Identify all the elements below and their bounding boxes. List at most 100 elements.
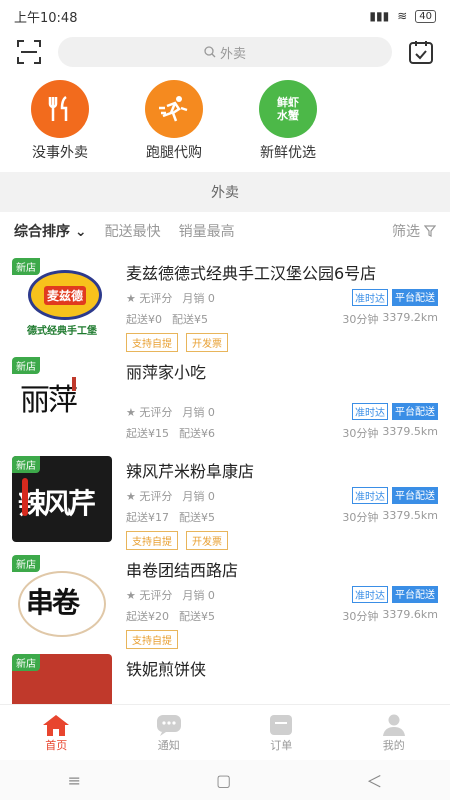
store-monthly-sales: 月销 0 [182,291,215,305]
promo-tag: 支持自提 [126,531,178,550]
status-icons: ▮▮▮ ≋ 40 [369,9,436,23]
sort-dropdown[interactable]: 综合排序 ⌄ [14,221,87,241]
ontime-badge: 准时达 [352,289,388,306]
store-rating: ★ 无评分 [126,588,173,602]
store-item[interactable]: 新店 辣风芹 辣风芹米粉阜康店 ★ 无评分 月销 0 准时达 平台配送 起送¥17… [0,450,450,550]
scan-icon[interactable] [14,37,44,67]
store-logo: 新店 丽萍 [12,357,112,443]
store-monthly-sales: 月销 0 [182,489,215,503]
store-distance: 3379.5km [382,425,438,438]
store-min-order: 起送¥0 [126,313,162,326]
back-icon[interactable]: ＜ [366,768,382,792]
store-min-order: 起送¥20 [126,610,169,623]
user-icon [382,714,405,736]
status-bar: 上午10:48 ▮▮▮ ≋ 40 [0,0,450,32]
store-name: 辣风芹米粉阜康店 [126,462,255,481]
message-icon [156,715,181,736]
runner-icon [145,80,203,138]
platform-delivery-badge: 平台配送 [392,289,438,306]
store-name: 铁妮煎饼侠 [126,660,207,679]
new-store-badge: 新店 [12,357,40,374]
new-store-badge: 新店 [12,654,40,671]
battery-icon: 40 [415,9,436,23]
chevron-down-icon: ⌄ [74,224,87,240]
star-icon: ★ [126,405,136,419]
ontime-badge: 准时达 [352,403,388,420]
ontime-badge: 准时达 [352,487,388,504]
quick-nav: 没事外卖 跑腿代购 鲜虾 水蟹 新鲜优选 [0,72,450,162]
quick-item-errand[interactable]: 跑腿代购 [128,80,220,162]
nav-home[interactable]: 首页 [0,705,113,761]
search-icon [204,46,216,58]
new-store-badge: 新店 [12,456,40,473]
home-button-icon[interactable]: ▢ [216,771,231,790]
store-monthly-sales: 月销 0 [182,588,215,602]
promo-tag: 支持自提 [126,333,178,352]
store-rating: ★ 无评分 [126,405,173,419]
filter-fastest[interactable]: 配送最快 [105,221,161,241]
store-item[interactable]: 新店 铁妮煎饼侠 [0,648,450,704]
store-item[interactable]: 新店 丽萍 丽萍家小吃 ★ 无评分 月销 0 准时达 平台配送 起送¥15 配送¥… [0,351,450,450]
search-placeholder: 外卖 [219,46,246,62]
store-name: 麦兹德德式经典手工汉堡公园6号店 [126,264,377,283]
store-rating: ★ 无评分 [126,291,173,305]
utensils-icon [31,80,89,138]
search-input[interactable]: 外卖 [58,37,392,67]
store-time: 30分钟 [342,511,379,524]
promo-tag: 开发票 [186,531,228,550]
system-nav-bar: ≡ ▢ ＜ [0,760,450,800]
store-name: 丽萍家小吃 [126,363,207,382]
logo-subtext: 德式经典手工堡 [27,326,97,337]
store-delivery-fee: 配送¥5 [179,511,215,524]
store-time: 30分钟 [342,610,379,623]
section-title: 外卖 [0,172,450,212]
store-logo: 新店 麦兹德 德式经典手工堡 [12,258,112,344]
store-logo: 新店 辣风芹 [12,456,112,542]
nav-order[interactable]: 订单 [225,705,338,761]
logo-text: 麦兹德 [43,285,86,305]
store-distance: 3379.5km [382,509,438,522]
store-logo: 新店 [12,654,112,704]
quick-label-takeout: 没事外卖 [32,145,88,161]
store-rating: ★ 无评分 [126,489,173,503]
nav-notice[interactable]: 通知 [113,705,226,761]
store-min-order: 起送¥15 [126,427,169,440]
top-bar: 外卖 [0,32,450,72]
store-item[interactable]: 新店 麦兹德 德式经典手工堡 麦兹德德式经典手工汉堡公园6号店 ★ 无评分 月销… [0,252,450,352]
store-distance: 3379.6km [382,608,438,621]
platform-delivery-badge: 平台配送 [392,403,438,420]
store-monthly-sales: 月销 0 [182,405,215,419]
filter-top-sales[interactable]: 销量最高 [179,221,235,241]
store-logo: 新店 串卷 [12,555,112,641]
home-icon [43,715,70,736]
store-min-order: 起送¥17 [126,511,169,524]
wifi-icon: ≋ [397,9,408,23]
logo-text: 串卷 [26,586,80,619]
platform-delivery-badge: 平台配送 [392,487,438,504]
quick-item-fresh[interactable]: 鲜虾 水蟹 新鲜优选 [242,80,334,162]
store-time: 30分钟 [342,313,379,326]
new-store-badge: 新店 [12,258,40,275]
fresh-icon: 鲜虾 水蟹 [259,80,317,138]
logo-text: 丽萍 [20,383,78,418]
menu-icon[interactable]: ≡ [68,771,81,790]
logo-text: 辣风芹 [18,487,96,520]
quick-item-takeout[interactable]: 没事外卖 [14,80,106,162]
filter-button[interactable]: 筛选 [392,221,436,241]
promo-tag: 支持自提 [126,630,178,649]
nav-profile[interactable]: 我的 [338,705,450,761]
bottom-nav: 首页 通知 订单 我的 [0,704,450,761]
store-name: 串卷团结西路店 [126,561,239,580]
platform-delivery-badge: 平台配送 [392,586,438,603]
signal-icon: ▮▮▮ [369,9,390,23]
store-delivery-fee: 配送¥6 [179,427,215,440]
store-delivery-fee: 配送¥5 [172,313,208,326]
store-item[interactable]: 新店 串卷 串卷团结西路店 ★ 无评分 月销 0 准时达 平台配送 起送¥20 配… [0,549,450,649]
ontime-badge: 准时达 [352,586,388,603]
store-delivery-fee: 配送¥5 [179,610,215,623]
status-time: 上午10:48 [14,10,78,26]
calendar-icon[interactable] [406,37,436,67]
star-icon: ★ [126,588,136,602]
store-time: 30分钟 [342,427,379,440]
star-icon: ★ [126,489,136,503]
